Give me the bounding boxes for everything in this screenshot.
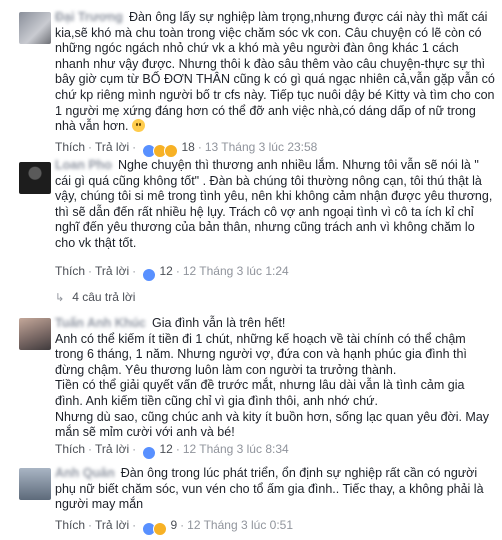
comment-text: Đàn ông lấy sự nghiệp làm trọng,nhưng đư… — [55, 10, 495, 134]
commenter-name[interactable]: Tuấn Anh Khúc — [55, 316, 146, 330]
timestamp[interactable]: 13 Tháng 3 lúc 23:58 — [205, 140, 318, 154]
avatar[interactable] — [19, 318, 51, 350]
like-link[interactable]: Thích — [55, 442, 85, 456]
haha-reaction-icon — [153, 521, 168, 536]
like-link[interactable]: Thích — [55, 140, 85, 154]
reaction-count[interactable]: 9 — [170, 518, 177, 532]
comment-actions: Thích · Trả lời · 18 · 13 Tháng 3 lúc 23:58 — [55, 140, 317, 159]
reactions[interactable] — [142, 267, 157, 283]
replies-count[interactable]: 4 câu trả lời — [72, 290, 135, 304]
like-link[interactable]: Thích — [55, 518, 85, 532]
reactions[interactable] — [142, 521, 168, 537]
wow-reaction-icon — [164, 143, 179, 158]
timestamp[interactable]: 12 Tháng 3 lúc 1:24 — [183, 264, 289, 278]
view-replies-link[interactable]: ↳ 4 câu trả lời — [55, 290, 135, 307]
commenter-name[interactable]: Loan Pho — [55, 158, 112, 172]
reaction-count[interactable]: 18 — [181, 140, 194, 154]
comment-actions: Thích · Trả lời · 12 · 12 Tháng 3 lúc 1:24 — [55, 264, 289, 283]
like-link[interactable]: Thích — [55, 264, 85, 278]
reaction-count[interactable]: 12 — [159, 442, 172, 456]
avatar[interactable] — [19, 162, 51, 194]
commenter-name[interactable]: Anh Quân — [55, 466, 115, 480]
smile-emoji-icon — [132, 119, 146, 133]
reaction-count[interactable]: 12 — [159, 264, 172, 278]
reply-arrow-icon: ↳ — [55, 292, 65, 304]
comment-text: Gia đình vẫn là trên hết! Anh có thể kiế… — [55, 316, 490, 440]
timestamp[interactable]: 12 Tháng 3 lúc 0:51 — [187, 518, 293, 532]
commenter-name[interactable]: Đại Trương — [55, 10, 123, 24]
like-reaction-icon — [142, 445, 157, 460]
avatar[interactable] — [19, 12, 51, 44]
reactions[interactable] — [142, 143, 179, 159]
avatar[interactable] — [19, 468, 51, 500]
comment-actions: Thích · Trả lời · 12 · 12 Tháng 3 lúc 8:34 — [55, 442, 289, 461]
comment-text: Đàn ông trong lúc phát triển, ổn định sự… — [55, 466, 484, 512]
like-reaction-icon — [142, 267, 157, 282]
comment-actions: Thích · Trả lời · 9 · 12 Tháng 3 lúc 0:51 — [55, 518, 293, 537]
reply-link[interactable]: Trả lời — [95, 264, 129, 278]
reactions[interactable] — [142, 445, 157, 461]
reply-link[interactable]: Trả lời — [95, 442, 129, 456]
timestamp[interactable]: 12 Tháng 3 lúc 8:34 — [183, 442, 289, 456]
reply-link[interactable]: Trả lời — [95, 140, 129, 154]
reply-link[interactable]: Trả lời — [95, 518, 129, 532]
comment-text: Nghe chuyện thì thương anh nhiều lắm. Nh… — [55, 158, 493, 250]
